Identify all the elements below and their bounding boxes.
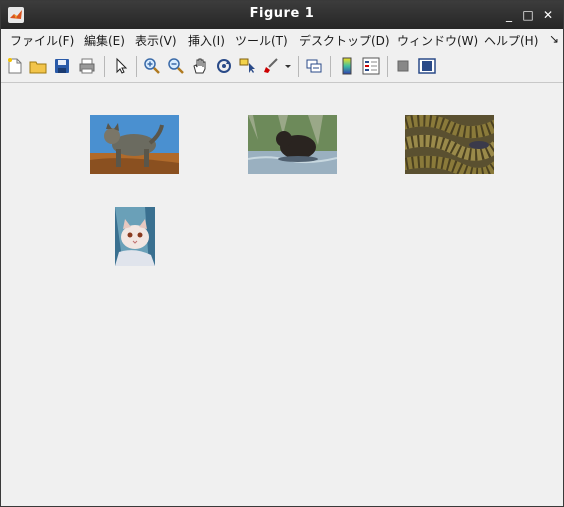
maximize-button[interactable]: □ — [520, 7, 536, 23]
window-title: Figure 1 — [249, 6, 315, 21]
brush-dropdown-icon[interactable] — [283, 57, 293, 75]
menu-bar: ファイル(F) 編集(E) 表示(V) 挿入(I) ツール(T) デスクトップ(… — [1, 29, 563, 51]
menu-insert[interactable]: 挿入(I) — [188, 32, 225, 49]
rotate-3d-icon[interactable] — [215, 57, 233, 75]
figure-window: Figure 1 _ □ ✕ ファイル(F) 編集(E) 表示(V) 挿入(I)… — [0, 0, 564, 507]
brush-icon[interactable] — [262, 57, 280, 75]
toolbar-separator — [330, 56, 331, 77]
menu-help[interactable]: ヘルプ(H) — [484, 32, 538, 49]
menu-desktop[interactable]: デスクトップ(D) — [299, 32, 390, 49]
toolbar-separator — [104, 56, 105, 77]
select-arrow-icon[interactable] — [112, 57, 130, 75]
toolbar-separator — [136, 56, 137, 77]
data-cursor-icon[interactable] — [239, 57, 257, 75]
hide-plot-tools-icon[interactable] — [394, 57, 412, 75]
menu-overflow-arrow[interactable]: ↘ — [549, 32, 559, 46]
print-icon[interactable] — [78, 57, 96, 75]
pan-hand-icon[interactable] — [191, 57, 209, 75]
legend-icon[interactable] — [362, 57, 380, 75]
link-plot-icon[interactable] — [305, 57, 323, 75]
menu-window[interactable]: ウィンドウ(W) — [397, 32, 478, 49]
zoom-in-icon[interactable] — [143, 57, 161, 75]
image-bear-in-water[interactable] — [248, 115, 337, 174]
zoom-out-icon[interactable] — [167, 57, 185, 75]
image-kitten[interactable] — [115, 207, 155, 266]
new-figure-icon[interactable] — [6, 57, 24, 75]
figure-toolbar — [1, 51, 563, 83]
menu-tools[interactable]: ツール(T) — [235, 32, 288, 49]
menu-view[interactable]: 表示(V) — [135, 32, 177, 49]
show-plot-tools-icon[interactable] — [418, 57, 436, 75]
save-icon[interactable] — [53, 57, 71, 75]
open-file-icon[interactable] — [29, 57, 47, 75]
colorbar-icon[interactable] — [338, 57, 356, 75]
image-wildcat[interactable] — [90, 115, 179, 174]
toolbar-separator — [387, 56, 388, 77]
close-button[interactable]: ✕ — [540, 7, 556, 23]
image-snakes[interactable] — [405, 115, 494, 174]
minimize-button[interactable]: _ — [501, 7, 517, 23]
title-bar[interactable]: Figure 1 _ □ ✕ — [1, 1, 563, 29]
toolbar-separator — [298, 56, 299, 77]
menu-file[interactable]: ファイル(F) — [10, 32, 74, 49]
menu-edit[interactable]: 編集(E) — [84, 32, 125, 49]
